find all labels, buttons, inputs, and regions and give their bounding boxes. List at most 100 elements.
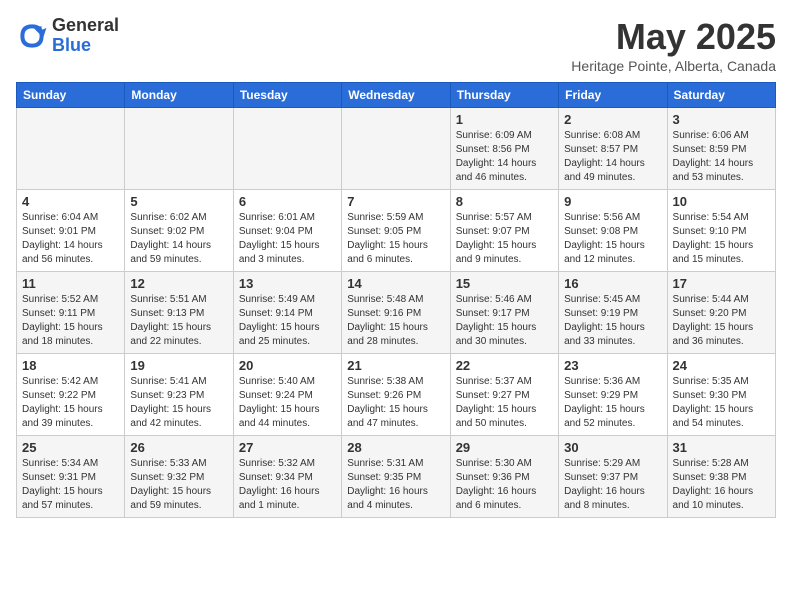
day-number: 10 [673,194,770,209]
logo-general-text: General [52,16,119,36]
calendar-cell: 30 Sunrise: 5:29 AM Sunset: 9:37 PM Dayli… [559,436,667,518]
calendar-header: SundayMondayTuesdayWednesdayThursdayFrid… [17,83,776,108]
calendar-cell: 1 Sunrise: 6:09 AM Sunset: 8:56 PM Daylig… [450,108,558,190]
calendar-cell: 7Sunrise: 5:59 AM Sunset: 9:05 PM Daylig… [342,190,450,272]
day-info: Sunrise: 5:46 AM Sunset: 9:17 PM Dayligh… [456,293,553,349]
calendar-cell: 10Sunrise: 5:54 AM Sunset: 9:10 PM Dayli… [667,190,775,272]
week-row-3: 11Sunrise: 5:52 AM Sunset: 9:11 PM Dayli… [17,272,776,354]
calendar-cell: 14 Sunrise: 5:48 AM Sunset: 9:16 PM Dayli… [342,272,450,354]
logo: General Blue [16,16,119,56]
day-info: Sunrise: 5:36 AM Sunset: 9:29 PM Dayligh… [564,375,661,431]
day-number: 25 [22,440,119,455]
day-info: Sunrise: 5:56 AM Sunset: 9:08 PM Dayligh… [564,211,661,267]
day-info: Sunrise: 6:04 AM Sunset: 9:01 PM Dayligh… [22,211,119,267]
day-info: Sunrise: 5:45 AM Sunset: 9:19 PM Dayligh… [564,293,661,349]
day-number: 6 [239,194,336,209]
day-info: Sunrise: 6:09 AM Sunset: 8:56 PM Dayligh… [456,129,553,185]
day-header-monday: Monday [125,83,233,108]
day-number: 7 [347,194,444,209]
calendar-cell: 12Sunrise: 5:51 AM Sunset: 9:13 PM Dayli… [125,272,233,354]
day-info: Sunrise: 5:29 AM Sunset: 9:37 PM Dayligh… [564,457,661,513]
day-number: 19 [130,358,227,373]
day-number: 26 [130,440,227,455]
calendar-cell: 17Sunrise: 5:44 AM Sunset: 9:20 PM Dayli… [667,272,775,354]
title-block: May 2025 Heritage Pointe, Alberta, Canad… [571,16,776,74]
week-row-5: 25 Sunrise: 5:34 AM Sunset: 9:31 PM Dayli… [17,436,776,518]
day-info: Sunrise: 5:41 AM Sunset: 9:23 PM Dayligh… [130,375,227,431]
day-number: 18 [22,358,119,373]
day-info: Sunrise: 5:34 AM Sunset: 9:31 PM Dayligh… [22,457,119,513]
calendar-cell: 9 Sunrise: 5:56 AM Sunset: 9:08 PM Daylig… [559,190,667,272]
calendar-cell: 21 Sunrise: 5:38 AM Sunset: 9:26 PM Dayli… [342,354,450,436]
day-info: Sunrise: 5:42 AM Sunset: 9:22 PM Dayligh… [22,375,119,431]
calendar-cell: 18 Sunrise: 5:42 AM Sunset: 9:22 PM Dayli… [17,354,125,436]
day-info: Sunrise: 5:49 AM Sunset: 9:14 PM Dayligh… [239,293,336,349]
page-header: General Blue May 2025 Heritage Pointe, A… [16,16,776,74]
calendar-cell [125,108,233,190]
calendar-cell: 13Sunrise: 5:49 AM Sunset: 9:14 PM Dayli… [233,272,341,354]
calendar-cell: 19 Sunrise: 5:41 AM Sunset: 9:23 PM Dayli… [125,354,233,436]
day-info: Sunrise: 6:02 AM Sunset: 9:02 PM Dayligh… [130,211,227,267]
day-number: 15 [456,276,553,291]
calendar-cell: 8 Sunrise: 5:57 AM Sunset: 9:07 PM Daylig… [450,190,558,272]
week-row-4: 18 Sunrise: 5:42 AM Sunset: 9:22 PM Dayli… [17,354,776,436]
day-number: 29 [456,440,553,455]
calendar-cell: 25 Sunrise: 5:34 AM Sunset: 9:31 PM Dayli… [17,436,125,518]
day-number: 3 [673,112,770,127]
day-info: Sunrise: 5:48 AM Sunset: 9:16 PM Dayligh… [347,293,444,349]
day-number: 20 [239,358,336,373]
calendar-cell: 2 Sunrise: 6:08 AM Sunset: 8:57 PM Daylig… [559,108,667,190]
calendar-cell: 4 Sunrise: 6:04 AM Sunset: 9:01 PM Daylig… [17,190,125,272]
day-number: 24 [673,358,770,373]
day-header-row: SundayMondayTuesdayWednesdayThursdayFrid… [17,83,776,108]
day-number: 23 [564,358,661,373]
day-number: 31 [673,440,770,455]
day-number: 30 [564,440,661,455]
day-info: Sunrise: 5:37 AM Sunset: 9:27 PM Dayligh… [456,375,553,431]
day-header-sunday: Sunday [17,83,125,108]
calendar-cell: 3 Sunrise: 6:06 AM Sunset: 8:59 PM Daylig… [667,108,775,190]
day-number: 8 [456,194,553,209]
day-info: Sunrise: 5:31 AM Sunset: 9:35 PM Dayligh… [347,457,444,513]
day-header-thursday: Thursday [450,83,558,108]
calendar-cell: 11Sunrise: 5:52 AM Sunset: 9:11 PM Dayli… [17,272,125,354]
day-number: 2 [564,112,661,127]
location: Heritage Pointe, Alberta, Canada [571,58,776,74]
day-number: 14 [347,276,444,291]
calendar-cell: 24 Sunrise: 5:35 AM Sunset: 9:30 PM Dayli… [667,354,775,436]
logo-text: General Blue [52,16,119,56]
day-info: Sunrise: 5:35 AM Sunset: 9:30 PM Dayligh… [673,375,770,431]
calendar-cell: 27Sunrise: 5:32 AM Sunset: 9:34 PM Dayli… [233,436,341,518]
day-number: 12 [130,276,227,291]
calendar-cell: 15 Sunrise: 5:46 AM Sunset: 9:17 PM Dayli… [450,272,558,354]
calendar-cell [342,108,450,190]
day-number: 1 [456,112,553,127]
day-info: Sunrise: 6:06 AM Sunset: 8:59 PM Dayligh… [673,129,770,185]
logo-icon [16,20,48,52]
day-number: 4 [22,194,119,209]
calendar-cell: 16 Sunrise: 5:45 AM Sunset: 9:19 PM Dayli… [559,272,667,354]
month-title: May 2025 [571,16,776,58]
day-number: 28 [347,440,444,455]
day-number: 5 [130,194,227,209]
week-row-1: 1 Sunrise: 6:09 AM Sunset: 8:56 PM Daylig… [17,108,776,190]
week-row-2: 4 Sunrise: 6:04 AM Sunset: 9:01 PM Daylig… [17,190,776,272]
day-number: 22 [456,358,553,373]
day-number: 27 [239,440,336,455]
day-number: 17 [673,276,770,291]
day-header-wednesday: Wednesday [342,83,450,108]
day-number: 21 [347,358,444,373]
calendar-cell: 6Sunrise: 6:01 AM Sunset: 9:04 PM Daylig… [233,190,341,272]
day-info: Sunrise: 5:57 AM Sunset: 9:07 PM Dayligh… [456,211,553,267]
day-header-saturday: Saturday [667,83,775,108]
day-number: 9 [564,194,661,209]
day-info: Sunrise: 5:28 AM Sunset: 9:38 PM Dayligh… [673,457,770,513]
day-info: Sunrise: 6:08 AM Sunset: 8:57 PM Dayligh… [564,129,661,185]
calendar-cell: 5 Sunrise: 6:02 AM Sunset: 9:02 PM Daylig… [125,190,233,272]
calendar-cell: 31 Sunrise: 5:28 AM Sunset: 9:38 PM Dayli… [667,436,775,518]
calendar-cell: 22 Sunrise: 5:37 AM Sunset: 9:27 PM Dayli… [450,354,558,436]
calendar-cell: 26Sunrise: 5:33 AM Sunset: 9:32 PM Dayli… [125,436,233,518]
day-number: 16 [564,276,661,291]
day-header-friday: Friday [559,83,667,108]
day-info: Sunrise: 5:38 AM Sunset: 9:26 PM Dayligh… [347,375,444,431]
